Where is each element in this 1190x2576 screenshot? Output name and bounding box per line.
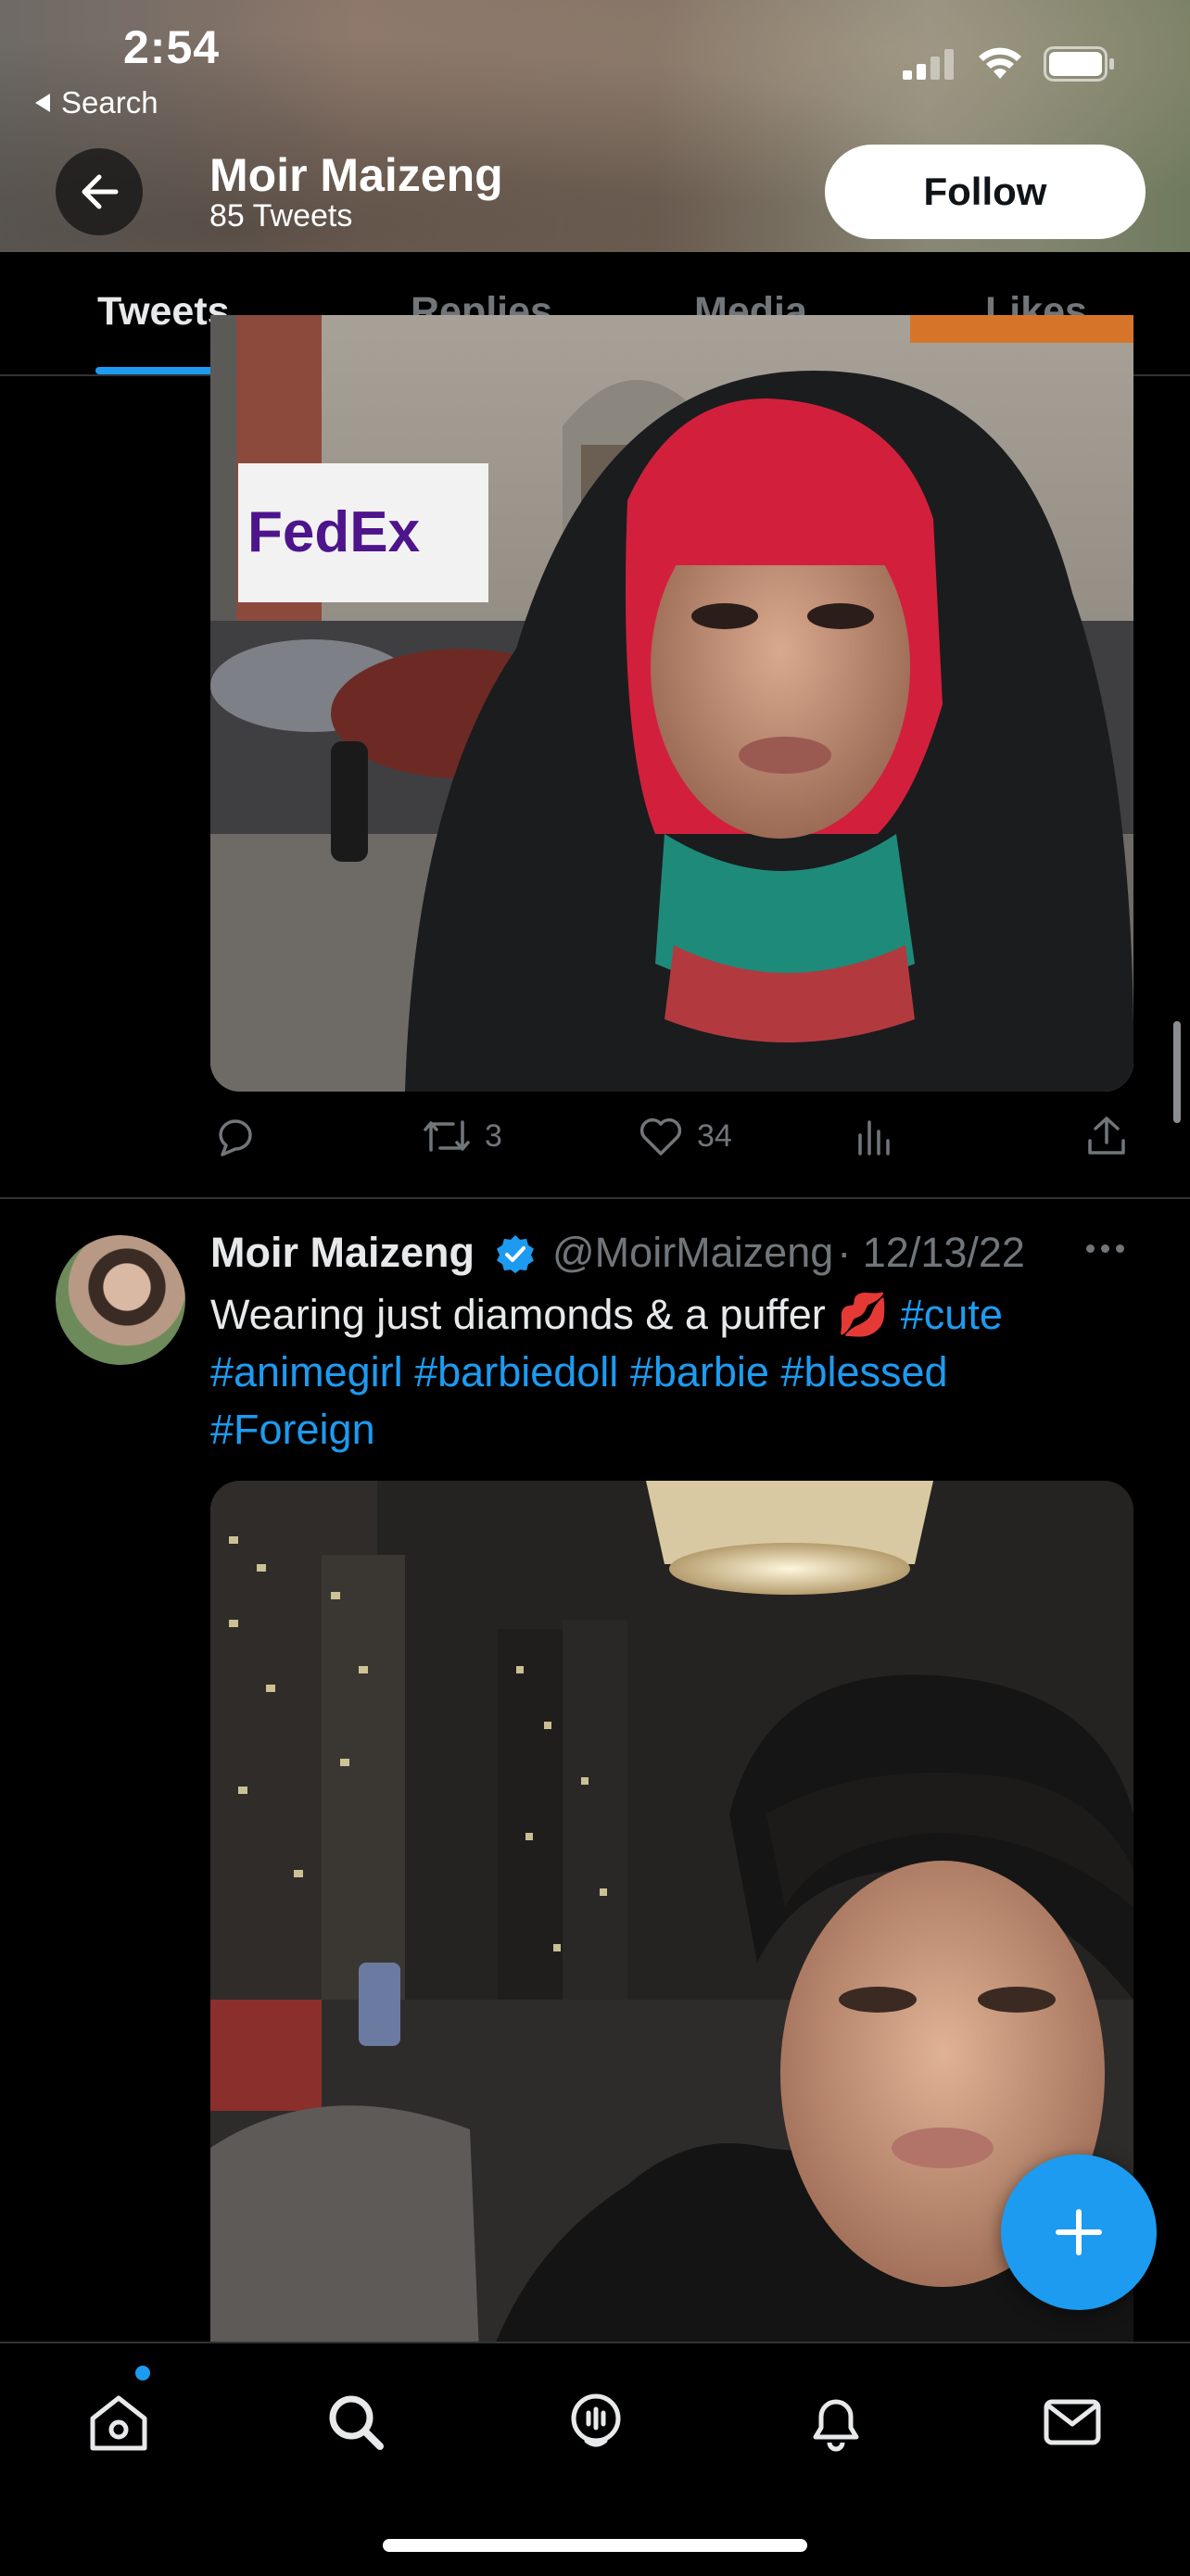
tweet-divider <box>0 1197 1190 1199</box>
fedex-sign: FedEx <box>247 500 421 564</box>
tweet-count: 85 Tweets <box>209 198 353 234</box>
tweet-handle: @MoirMaizeng <box>552 1229 834 1276</box>
arrow-left-icon <box>82 174 119 209</box>
hashtag-cute[interactable]: #cute <box>901 1291 1003 1338</box>
signal-icon <box>903 49 954 80</box>
nav-search[interactable] <box>314 2380 398 2464</box>
like-icon <box>639 1118 682 1155</box>
back-button[interactable] <box>56 148 143 235</box>
back-triangle-icon <box>35 94 50 112</box>
profile-name: Moir Maizeng <box>209 149 503 201</box>
tweet-text: Wearing just diamonds & a puffer 💋 #cute… <box>210 1286 1137 1458</box>
share-button[interactable] <box>1084 1115 1129 1157</box>
messages-icon <box>1044 2399 1101 2445</box>
status-back-label: Search <box>61 85 158 120</box>
tweet-handle-date[interactable]: @MoirMaizeng· 12/13/22 <box>552 1229 1025 1277</box>
hashtag-foreign[interactable]: #Foreign <box>210 1406 375 1453</box>
plus-icon <box>1056 2209 1102 2255</box>
profile-header: 2:54 Search Moir Maizeng 85 Tweets Follo… <box>0 0 1190 252</box>
like-button[interactable]: 34 <box>638 1115 732 1157</box>
home-icon <box>90 2395 147 2451</box>
tweet-photo-hooded-portrait[interactable]: FedEx <box>210 315 1133 1092</box>
tweet-date: · 12/13/22 <box>837 1229 1025 1276</box>
share-icon <box>1088 1117 1125 1155</box>
retweet-count: 3 <box>485 1118 502 1154</box>
verified-badge-icon <box>495 1234 536 1280</box>
search-icon <box>329 2395 384 2450</box>
status-back-link[interactable]: Search <box>33 85 158 120</box>
spaces-icon <box>571 2393 621 2447</box>
home-indicator <box>383 2539 807 2552</box>
tweet-author-name[interactable]: Moir Maizeng <box>210 1229 475 1277</box>
status-time: 2:54 <box>123 21 221 73</box>
views-button[interactable] <box>855 1115 895 1157</box>
scrollbar[interactable] <box>1173 1021 1181 1123</box>
reply-icon <box>219 1119 252 1156</box>
hashtag-barbiedoll[interactable]: #barbiedoll <box>414 1348 618 1395</box>
retweet-button[interactable]: 3 <box>422 1115 502 1157</box>
nav-spaces[interactable] <box>554 2380 638 2464</box>
tweet-actions: 3 34 <box>0 1107 1190 1172</box>
like-count: 34 <box>697 1118 732 1154</box>
nav-home[interactable] <box>77 2380 160 2464</box>
hashtag-barbie[interactable]: #barbie <box>630 1348 769 1395</box>
photo-street-scene: FedEx <box>210 315 1133 1092</box>
nav-notifications[interactable] <box>794 2380 878 2464</box>
reply-button[interactable] <box>213 1115 258 1157</box>
battery-icon <box>1044 46 1114 82</box>
more-options-icon[interactable] <box>1086 1244 1124 1253</box>
status-icons <box>903 46 1116 82</box>
home-notification-dot <box>135 2366 150 2380</box>
hashtag-blessed[interactable]: #blessed <box>780 1348 947 1395</box>
retweet-icon <box>424 1120 470 1152</box>
avatar[interactable] <box>56 1235 185 1365</box>
wifi-icon <box>979 47 1021 79</box>
views-icon <box>858 1120 890 1155</box>
follow-button[interactable]: Follow <box>825 145 1146 239</box>
nav-messages[interactable] <box>1031 2380 1114 2464</box>
tweet-body: Wearing just diamonds & a puffer 💋 <box>210 1291 890 1338</box>
compose-tweet-button[interactable] <box>1001 2154 1157 2310</box>
hashtag-animegirl[interactable]: #animegirl <box>210 1348 403 1395</box>
notifications-icon <box>813 2399 859 2452</box>
